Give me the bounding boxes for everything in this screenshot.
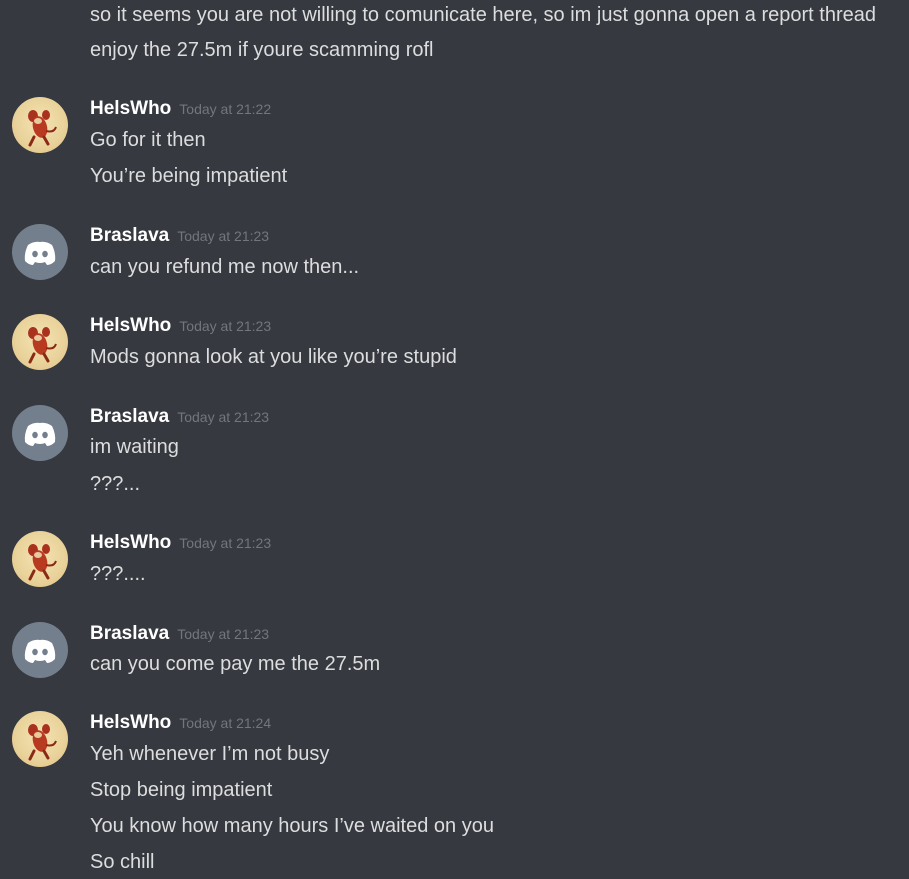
message-header: HelsWho Today at 21:23	[90, 530, 271, 556]
avatar-braslava[interactable]	[12, 405, 68, 461]
timestamp[interactable]: Today at 21:23	[177, 409, 269, 425]
message-line: You know how many hours I’ve waited on y…	[90, 815, 494, 837]
jerry-mouse-icon	[28, 327, 57, 364]
timestamp[interactable]: Today at 21:22	[179, 101, 271, 117]
jerry-mouse-icon	[28, 544, 57, 581]
jerry-mouse-icon	[28, 110, 57, 147]
message-header: Braslava Today at 21:23	[90, 223, 269, 249]
chat-message-list: so it seems you are not willing to comun…	[0, 0, 909, 879]
message-line: im waiting	[90, 436, 179, 458]
message-header: Braslava Today at 21:23	[90, 621, 269, 647]
username[interactable]: HelsWho	[90, 712, 171, 733]
message-line: ???....	[90, 563, 146, 585]
avatar-helswho[interactable]	[12, 711, 68, 767]
message-line: Mods gonna look at you like you’re stupi…	[90, 346, 457, 368]
avatar-braslava[interactable]	[12, 622, 68, 678]
avatar-helswho[interactable]	[12, 531, 68, 587]
message-header: Braslava Today at 21:23	[90, 404, 269, 430]
timestamp[interactable]: Today at 21:23	[179, 318, 271, 334]
message-line: You’re being impatient	[90, 165, 288, 187]
message-line: enjoy the 27.5m if youre scamming rofl	[90, 39, 434, 61]
message-line: can you refund me now then...	[90, 256, 360, 278]
username[interactable]: HelsWho	[90, 98, 171, 119]
timestamp[interactable]: Today at 21:23	[177, 228, 269, 244]
discord-default-avatar-icon	[24, 241, 56, 265]
avatar-helswho[interactable]	[12, 314, 68, 370]
timestamp[interactable]: Today at 21:23	[177, 626, 269, 642]
username[interactable]: HelsWho	[90, 315, 171, 336]
avatar-braslava[interactable]	[12, 224, 68, 280]
message-header: HelsWho Today at 21:22	[90, 96, 271, 122]
timestamp[interactable]: Today at 21:23	[179, 535, 271, 551]
message-line: Yeh whenever I’m not busy	[90, 743, 330, 765]
username[interactable]: Braslava	[90, 406, 169, 427]
message-header: HelsWho Today at 21:23	[90, 313, 271, 339]
message-line: so it seems you are not willing to comun…	[90, 4, 876, 26]
message-line: can you come pay me the 27.5m	[90, 653, 381, 675]
username[interactable]: HelsWho	[90, 532, 171, 553]
jerry-mouse-icon	[28, 724, 57, 761]
message-line: So chill	[90, 851, 155, 873]
timestamp[interactable]: Today at 21:24	[179, 715, 271, 731]
discord-default-avatar-icon	[24, 422, 56, 446]
avatar-helswho[interactable]	[12, 97, 68, 153]
discord-default-avatar-icon	[24, 639, 56, 663]
message-line: Stop being impatient	[90, 779, 273, 801]
message-header: HelsWho Today at 21:24	[90, 710, 271, 736]
username[interactable]: Braslava	[90, 225, 169, 246]
message-line: ???...	[90, 473, 141, 495]
username[interactable]: Braslava	[90, 623, 169, 644]
message-line: Go for it then	[90, 129, 206, 151]
